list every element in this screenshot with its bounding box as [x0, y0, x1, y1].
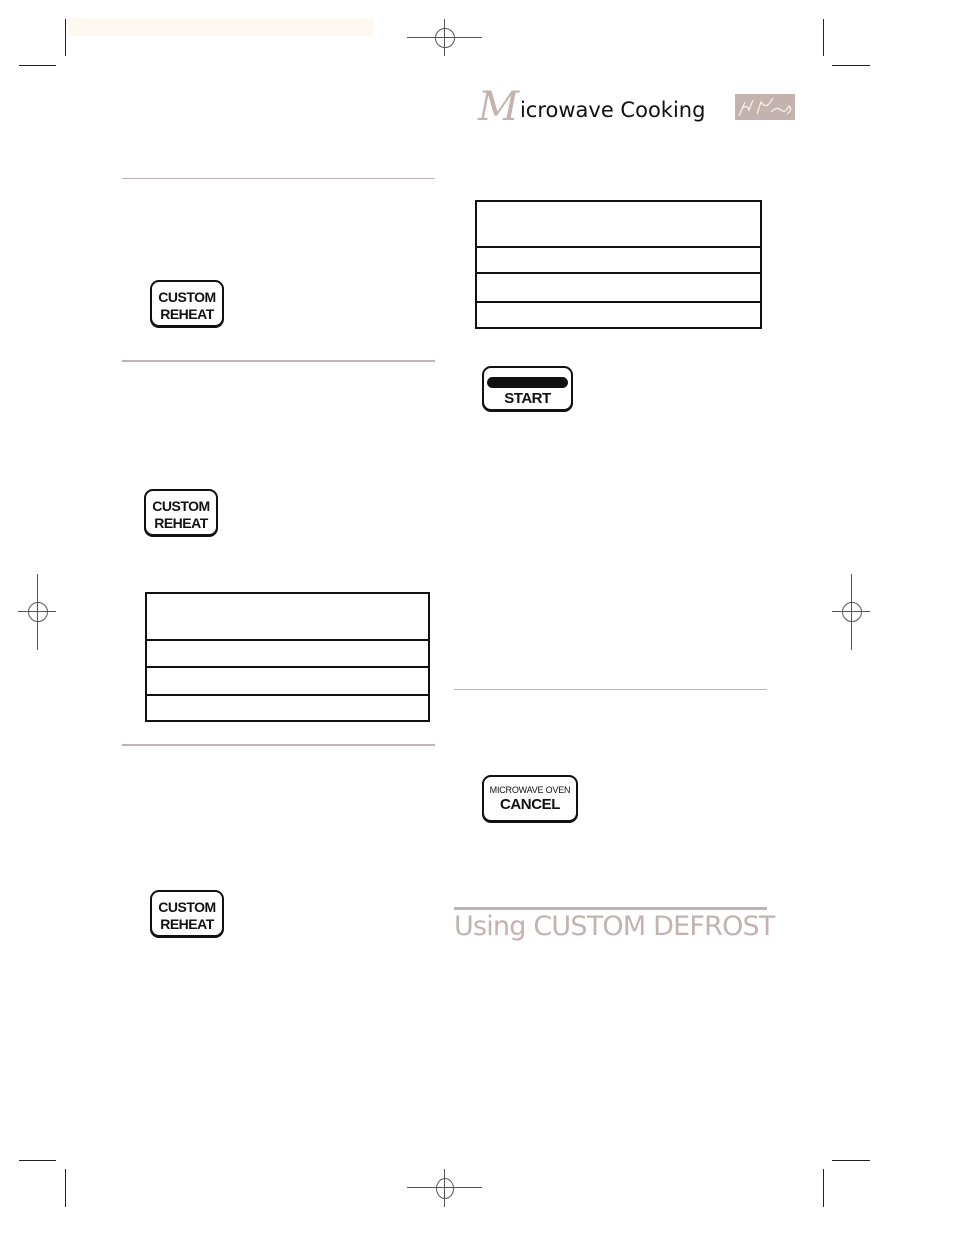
registration-mark-right	[832, 574, 870, 650]
key-label-line2: REHEAT	[160, 306, 214, 322]
start-key-label: START	[504, 390, 551, 407]
reheat-table	[145, 592, 430, 722]
cancel-key-line1: MICROWAVE OVEN	[489, 785, 571, 795]
signature-icon	[735, 94, 795, 120]
crop-mark	[65, 19, 66, 56]
table-row	[477, 301, 760, 329]
section-divider	[122, 178, 435, 179]
page-header-title: M icrowave Cooking	[478, 84, 706, 130]
table-row	[477, 202, 760, 246]
table-row	[477, 246, 760, 272]
start-key[interactable]: START	[482, 366, 573, 411]
key-label-line2: REHEAT	[154, 515, 208, 531]
custom-reheat-key[interactable]: CUSTOM REHEAT	[150, 890, 224, 937]
registration-mark-bottom	[407, 1169, 482, 1207]
registration-mark-left	[18, 574, 56, 650]
table-row	[147, 594, 428, 639]
crop-mark	[65, 1169, 66, 1207]
key-label-line1: CUSTOM	[152, 498, 210, 514]
cancel-key[interactable]: MICROWAVE OVEN CANCEL	[482, 775, 578, 822]
registration-mark-top	[407, 19, 482, 56]
key-label-line1: CUSTOM	[158, 289, 216, 305]
custom-reheat-key[interactable]: CUSTOM REHEAT	[150, 280, 224, 327]
top-color-band	[68, 18, 373, 36]
start-key-bar	[487, 377, 568, 388]
crop-mark	[823, 1169, 824, 1207]
key-label-line2: REHEAT	[160, 916, 214, 932]
cancel-key-line2: CANCEL	[499, 796, 561, 813]
section-title: Using CUSTOM DEFROST	[454, 911, 775, 942]
table-row	[147, 639, 428, 666]
section-divider	[122, 360, 435, 362]
title-text: icrowave Cooking	[519, 98, 706, 122]
custom-reheat-key[interactable]: CUSTOM REHEAT	[144, 489, 218, 536]
table-row	[147, 666, 428, 694]
table-row	[147, 694, 428, 722]
section-divider	[454, 689, 767, 690]
crop-mark	[19, 65, 56, 66]
crop-mark	[823, 19, 824, 56]
reheat-table-right	[475, 200, 762, 329]
crop-mark	[832, 65, 870, 66]
title-initial: M	[478, 84, 519, 130]
section-divider	[122, 744, 435, 746]
section-title-rule	[454, 907, 767, 910]
key-label-line1: CUSTOM	[158, 899, 216, 915]
crop-mark	[832, 1160, 870, 1161]
crop-mark	[19, 1160, 56, 1161]
table-row	[477, 272, 760, 301]
